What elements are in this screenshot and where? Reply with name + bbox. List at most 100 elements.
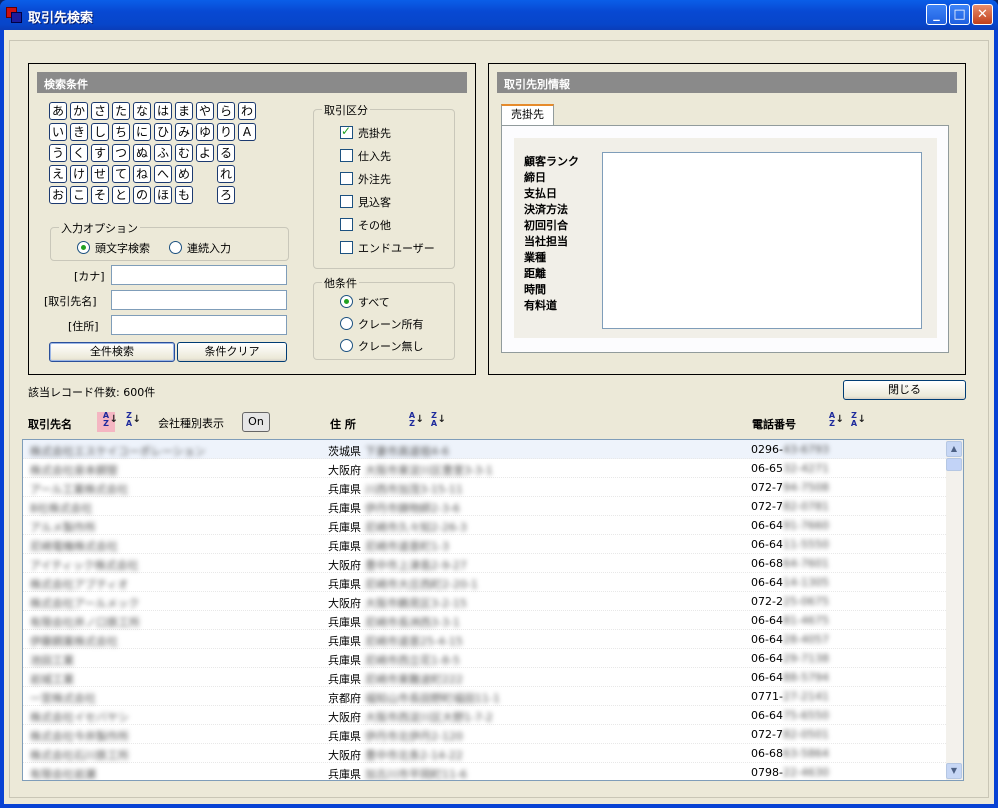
kana-key[interactable]: さ	[91, 102, 109, 120]
name-input[interactable]	[111, 290, 287, 310]
partner-list[interactable]: 株式会社エスケイコーポレーション 茨城県 下妻市高道祖4-6 0296- 43-6793…	[22, 439, 964, 781]
kana-key[interactable]: は	[154, 102, 172, 120]
table-row[interactable]: 株式会社エスケイコーポレーション 茨城県 下妻市高道祖4-6 0296- 43-6793	[23, 440, 948, 459]
table-row[interactable]: 株式会社アールメック 大阪府 大阪市鶴見区3-2-15 072-2 25-0675	[23, 592, 948, 611]
kana-key[interactable]: り	[217, 123, 235, 141]
detail-text-area[interactable]	[602, 152, 922, 329]
phone-sort-desc-icon[interactable]: Z A ↓	[845, 412, 866, 432]
kana-key[interactable]: わ	[238, 102, 256, 120]
kana-input[interactable]	[111, 265, 287, 285]
minimize-button[interactable]: _	[926, 4, 947, 25]
kana-key[interactable]: と	[112, 186, 130, 204]
company-type-toggle[interactable]: On	[242, 412, 270, 432]
table-row[interactable]: 有限会社岩瀬 兵庫県 加古川市平岡町11-6 0798- 22-4630	[23, 763, 948, 780]
address-sort-asc-icon[interactable]: A Z ↓	[403, 412, 424, 432]
scroll-down-icon[interactable]: ▼	[946, 763, 962, 779]
kana-key[interactable]: も	[175, 186, 193, 204]
kana-key[interactable]: た	[112, 102, 130, 120]
kana-key[interactable]: け	[70, 165, 88, 183]
kana-key[interactable]: ゆ	[196, 123, 214, 141]
maximize-button[interactable]: □	[949, 4, 970, 25]
other-condition-radio[interactable]	[340, 317, 353, 330]
close-window-button[interactable]: ✕	[972, 4, 993, 25]
other-condition-label: クレーン無し	[358, 340, 424, 353]
kana-key[interactable]: ら	[217, 102, 235, 120]
table-row[interactable]: 株式会社泉本鋼管 大阪府 大阪市東淀川区豊里3-3-1 06-65 32-4271	[23, 459, 948, 478]
table-row[interactable]: 尼崎電機株式会社 兵庫県 尼崎市道意町1-3 06-64 11-5550	[23, 535, 948, 554]
category-checkbox[interactable]	[340, 218, 353, 231]
kana-key[interactable]: い	[49, 123, 67, 141]
phone-sort-asc-icon[interactable]: A Z ↓	[823, 412, 844, 432]
kana-key[interactable]: せ	[91, 165, 109, 183]
kana-key[interactable]: れ	[217, 165, 235, 183]
category-checkbox[interactable]	[340, 149, 353, 162]
table-row[interactable]: 株式会社石川鉄工所 大阪府 豊中市北条2-14-22 06-68 63-5864	[23, 744, 948, 763]
clear-conditions-button[interactable]: 条件クリア	[177, 342, 287, 362]
name-sort-asc-icon[interactable]: A Z ↓	[97, 412, 118, 432]
table-row[interactable]: B社株式会社 兵庫県 伊丹市鋳物師2-3-6 072-7 82-0781	[23, 497, 948, 516]
kana-key[interactable]: る	[217, 144, 235, 162]
kana-key[interactable]: つ	[112, 144, 130, 162]
kana-key[interactable]: き	[70, 123, 88, 141]
kana-key[interactable]: な	[133, 102, 151, 120]
table-row[interactable]: 株式会社アブティオ 兵庫県 尼崎市大庄西町2-20-1 06-64 14-1305	[23, 573, 948, 592]
kana-key[interactable]: て	[112, 165, 130, 183]
kana-key[interactable]: ふ	[154, 144, 172, 162]
vertical-scrollbar[interactable]: ▲ ▼	[946, 440, 963, 780]
kana-key[interactable]: ち	[112, 123, 130, 141]
kana-key[interactable]: か	[70, 102, 88, 120]
kana-key[interactable]: し	[91, 123, 109, 141]
kana-key[interactable]: み	[175, 123, 193, 141]
kana-key[interactable]: ひ	[154, 123, 172, 141]
kana-key[interactable]: ま	[175, 102, 193, 120]
search-all-button[interactable]: 全件検索	[49, 342, 175, 362]
kana-key[interactable]: よ	[196, 144, 214, 162]
tab-urikake[interactable]: 売掛先	[501, 104, 554, 126]
address-input[interactable]	[111, 315, 287, 335]
kana-key[interactable]: む	[175, 144, 193, 162]
kana-key[interactable]: そ	[91, 186, 109, 204]
kana-key[interactable]: く	[70, 144, 88, 162]
table-row[interactable]: 有限会社井ノ口鉄工所 兵庫県 尼崎市長洲西3-3-1 06-64 81-4675	[23, 611, 948, 630]
kana-key[interactable]: へ	[154, 165, 172, 183]
kana-key[interactable]: ぬ	[133, 144, 151, 162]
other-condition-radio[interactable]	[340, 295, 353, 308]
scroll-up-icon[interactable]: ▲	[946, 441, 962, 457]
cell-address: 尼崎市道意町1-3	[365, 540, 449, 553]
other-condition-radio[interactable]	[340, 339, 353, 352]
category-checkbox[interactable]	[340, 195, 353, 208]
category-checkbox[interactable]	[340, 241, 353, 254]
table-row[interactable]: アール工業株式会社 兵庫県 川西市加茂3-15-11 072-7 94-7508	[23, 478, 948, 497]
kana-key[interactable]: す	[91, 144, 109, 162]
address-sort-desc-icon[interactable]: Z A ↓	[425, 412, 446, 432]
continuous-input-radio[interactable]	[169, 241, 182, 254]
kana-key[interactable]: A	[238, 123, 256, 141]
kana-key[interactable]: あ	[49, 102, 67, 120]
name-sort-desc-icon[interactable]: Z A ↓	[120, 412, 141, 432]
table-row[interactable]: アルメ製作所 兵庫県 尼崎市久々知2-26-3 06-64 91-7660	[23, 516, 948, 535]
kana-key[interactable]: ね	[133, 165, 151, 183]
table-row[interactable]: 株式会社今井製作所 兵庫県 伊丹市北伊丹2-120 072-7 82-0501	[23, 725, 948, 744]
scroll-thumb[interactable]	[946, 458, 962, 471]
table-row[interactable]: 株式会社イセバヤシ 大阪府 大阪市西淀川区大野1-7-2 06-64 75-6550	[23, 706, 948, 725]
table-row[interactable]: 岩城工業 兵庫県 尼崎市東難波町222 06-64 88-5794	[23, 668, 948, 687]
kana-key[interactable]: え	[49, 165, 67, 183]
table-row[interactable]: 池田工業 兵庫県 尼崎市西立花1-8-5 06-64 29-7138	[23, 649, 948, 668]
kana-key[interactable]: ろ	[217, 186, 235, 204]
kana-key[interactable]: の	[133, 186, 151, 204]
kana-key[interactable]: め	[175, 165, 193, 183]
kana-key[interactable]: お	[49, 186, 67, 204]
prefix-search-radio[interactable]	[77, 241, 90, 254]
kana-key[interactable]: に	[133, 123, 151, 141]
close-button[interactable]: 閉じる	[843, 380, 966, 400]
table-row[interactable]: 一宮株式会社 京都府 福知山市長田野町福田11-1 0771- 27-2141	[23, 687, 948, 706]
category-checkbox[interactable]	[340, 124, 353, 139]
category-checkbox[interactable]	[340, 172, 353, 185]
table-row[interactable]: アイティック株式会社 大阪府 豊中市上津島2-9-27 06-68 64-7601	[23, 554, 948, 573]
kana-key[interactable]: う	[49, 144, 67, 162]
table-row[interactable]: 伊藤鋼業株式会社 兵庫県 尼崎市道意25-4-15 06-64 28-4057	[23, 630, 948, 649]
title-bar[interactable]: 取引先検索 _ □ ✕	[0, 0, 998, 30]
kana-key[interactable]: ほ	[154, 186, 172, 204]
kana-key[interactable]: こ	[70, 186, 88, 204]
kana-key[interactable]: や	[196, 102, 214, 120]
